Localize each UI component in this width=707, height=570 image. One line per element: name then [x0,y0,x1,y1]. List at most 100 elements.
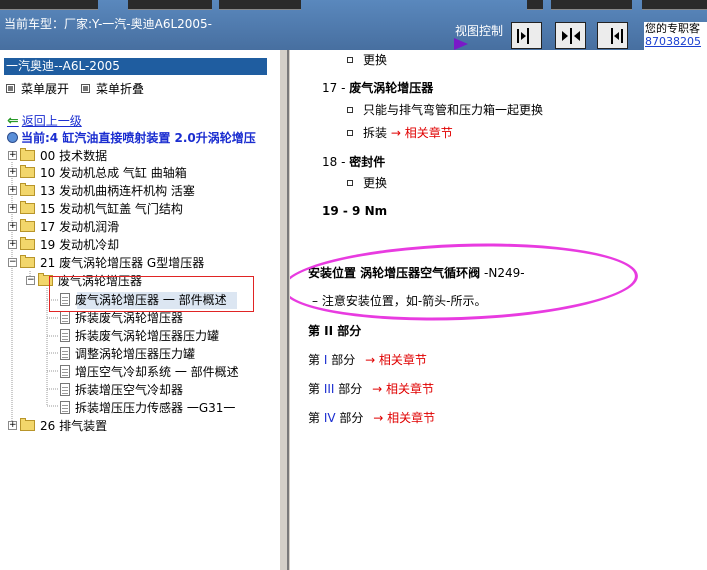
item-title: 废气涡轮增压器 [349,81,434,95]
item-18-bullet-1: 更换 [347,174,387,191]
view-right-pane-button[interactable] [597,22,628,49]
back-link[interactable]: ⇐ 返回上一级 [7,112,82,129]
related-chapter-link[interactable]: → 相关章节 [391,126,453,140]
part-suffix: 部分 [339,411,364,425]
document-icon [60,365,70,378]
bullet-text: 更换 [363,53,388,67]
top-toolbar-button-3[interactable] [219,0,301,10]
menu-collapse-button[interactable]: 菜单折叠 [81,80,144,97]
tree-item-17[interactable]: + 17 发动机润滑 [8,218,119,235]
part-3-row: 第 III 部分 → 相关章节 [308,380,434,397]
expand-icon[interactable]: + [8,186,17,195]
annotation-box [49,276,254,312]
part-prefix: 第 [308,353,321,367]
tree-item-26[interactable]: + 26 排气装置 [8,417,107,434]
expand-icon[interactable]: + [8,151,17,160]
back-link-label: 返回上一级 [21,114,82,128]
item-19-heading: 19 - 9 Nm [322,204,388,218]
bullet-replace-top: 更换 [347,51,387,68]
menu-expand-label: 菜单展开 [21,82,70,96]
expand-icon[interactable]: + [8,240,17,249]
bullet-text: 更换 [363,176,388,190]
tree-item-21[interactable]: − 21 废气涡轮增压器 G型增压器 [8,254,204,271]
current-section-label: 当前:4 缸汽油直接喷射装置 2.0升涡轮增压 [21,131,256,145]
tree-item-19[interactable]: + 19 发动机冷却 [8,236,119,253]
current-section: 当前:4 缸汽油直接喷射装置 2.0升涡轮增压 [7,129,256,146]
document-icon [60,347,70,360]
folder-icon [20,201,35,214]
expand-icon[interactable]: + [8,204,17,213]
contact-label: 您的专职客 [645,22,700,35]
tree-item-00[interactable]: + 00 技术数据 [8,147,107,164]
bullet-text: 只能与排气弯管和压力箱一起更换 [363,103,544,117]
tree-item-label: 调整涡轮增压器压力罐 [75,347,196,361]
tree-doc-remove-intercooler[interactable]: 拆装增压空气冷却器 [60,381,183,398]
annotation-oval [290,237,640,327]
tree-doc-charge-air-overview[interactable]: 增压空气冷却系统 一 部件概述 [60,363,239,380]
tree-item-13[interactable]: + 13 发动机曲柄连杆机构 活塞 [8,182,195,199]
part-roman-numeral: I [323,353,328,367]
tree-doc-remove-pressure-sensor[interactable]: 拆装增压压力传感器 一G31一 [60,399,235,416]
contact-box: 您的专职客 87038205 [644,22,707,50]
related-chapter-link[interactable]: → 相关章节 [372,382,434,396]
part-1-row: 第 I 部分 → 相关章节 [308,351,427,368]
item-17-bullet-2: 拆装 → 相关章节 [347,124,453,141]
tree-item-label: 21 废气涡轮增压器 G型增压器 [40,256,205,270]
view-split-button[interactable] [555,22,586,49]
related-chapter-link[interactable]: → 相关章节 [373,411,435,425]
tree-item-10[interactable]: + 10 发动机总成 气缸 曲轴箱 [8,164,187,181]
part-prefix: 第 [308,411,321,425]
item-number: 17 - [322,81,346,95]
menu-expand-button[interactable]: 菜单展开 [6,80,69,97]
tree-item-label: 26 排气装置 [40,419,108,433]
bullet-icon [347,179,353,186]
expand-square-icon [6,84,15,93]
right-pane-icon [610,27,623,44]
item-17-bullet-1: 只能与排气弯管和压力箱一起更换 [347,101,543,118]
document-icon [60,311,70,324]
bullet-icon [347,56,353,63]
bullet-icon [347,106,353,113]
collapse-square-icon [81,84,90,93]
menu-collapse-label: 菜单折叠 [96,82,145,96]
folder-icon [20,418,35,431]
top-toolbar-button-2[interactable] [128,0,212,10]
collapse-icon[interactable]: − [26,276,35,285]
part-2-heading: 第 II 部分 [308,324,362,338]
expand-icon[interactable]: + [8,168,17,177]
tree-item-label: 拆装增压压力传感器 一G31一 [75,401,236,415]
expand-icon[interactable]: + [8,222,17,231]
folder-icon [20,183,35,196]
view-left-pane-button[interactable] [511,22,542,49]
tree-item-label: 增压空气冷却系统 一 部件概述 [75,365,239,379]
view-control-label: 视图控制 [455,24,504,38]
top-bar: 当前车型：厂家:Y-一汽-奥迪A6L2005- 视图控制 您的专职客 87038… [0,0,707,50]
contact-phone-link[interactable]: 87038205 [645,35,707,48]
navigation-panel: 一汽奥迪--A6L-2005 菜单展开 菜单折叠 ⇐ 返回上一级 当前:4 缸汽… [0,50,280,570]
globe-icon [7,132,18,143]
related-chapter-link[interactable]: → 相关章节 [365,353,427,367]
item-title: 密封件 [349,155,386,169]
top-toolbar-button-5[interactable] [551,0,632,10]
part-prefix: 第 [308,382,321,396]
folder-icon [20,219,35,232]
folder-icon [20,148,35,161]
bullet-icon [347,129,353,136]
tree-item-label: 拆装废气涡轮增压器压力罐 [75,329,220,343]
top-toolbar-button-6[interactable] [642,0,707,10]
document-content: 更换 17 - 废气涡轮增压器 只能与排气弯管和压力箱一起更换 拆装 → 相关章… [290,50,707,570]
tree-doc-remove-pressure-tank[interactable]: 拆装废气涡轮增压器压力罐 [60,327,219,344]
top-toolbar-button-4[interactable] [527,0,543,10]
item-17-heading: 17 - 废气涡轮增压器 [322,79,433,96]
left-pane-icon [516,27,529,44]
item-18-heading: 18 - 密封件 [322,153,385,170]
top-toolbar-button-1[interactable] [0,0,98,10]
tree-item-15[interactable]: + 15 发动机气缸盖 气门结构 [8,200,183,217]
collapse-icon[interactable]: − [8,258,17,267]
view-control-triangle-icon [454,38,468,50]
expand-icon[interactable]: + [8,421,17,430]
tree-doc-adjust-pressure-tank[interactable]: 调整涡轮增压器压力罐 [60,345,195,362]
tree-item-label: 拆装增压空气冷却器 [75,383,184,397]
tree-item-label: 13 发动机曲柄连杆机构 活塞 [40,184,195,198]
part-4-row: 第 IV 部分 → 相关章节 [308,409,435,426]
